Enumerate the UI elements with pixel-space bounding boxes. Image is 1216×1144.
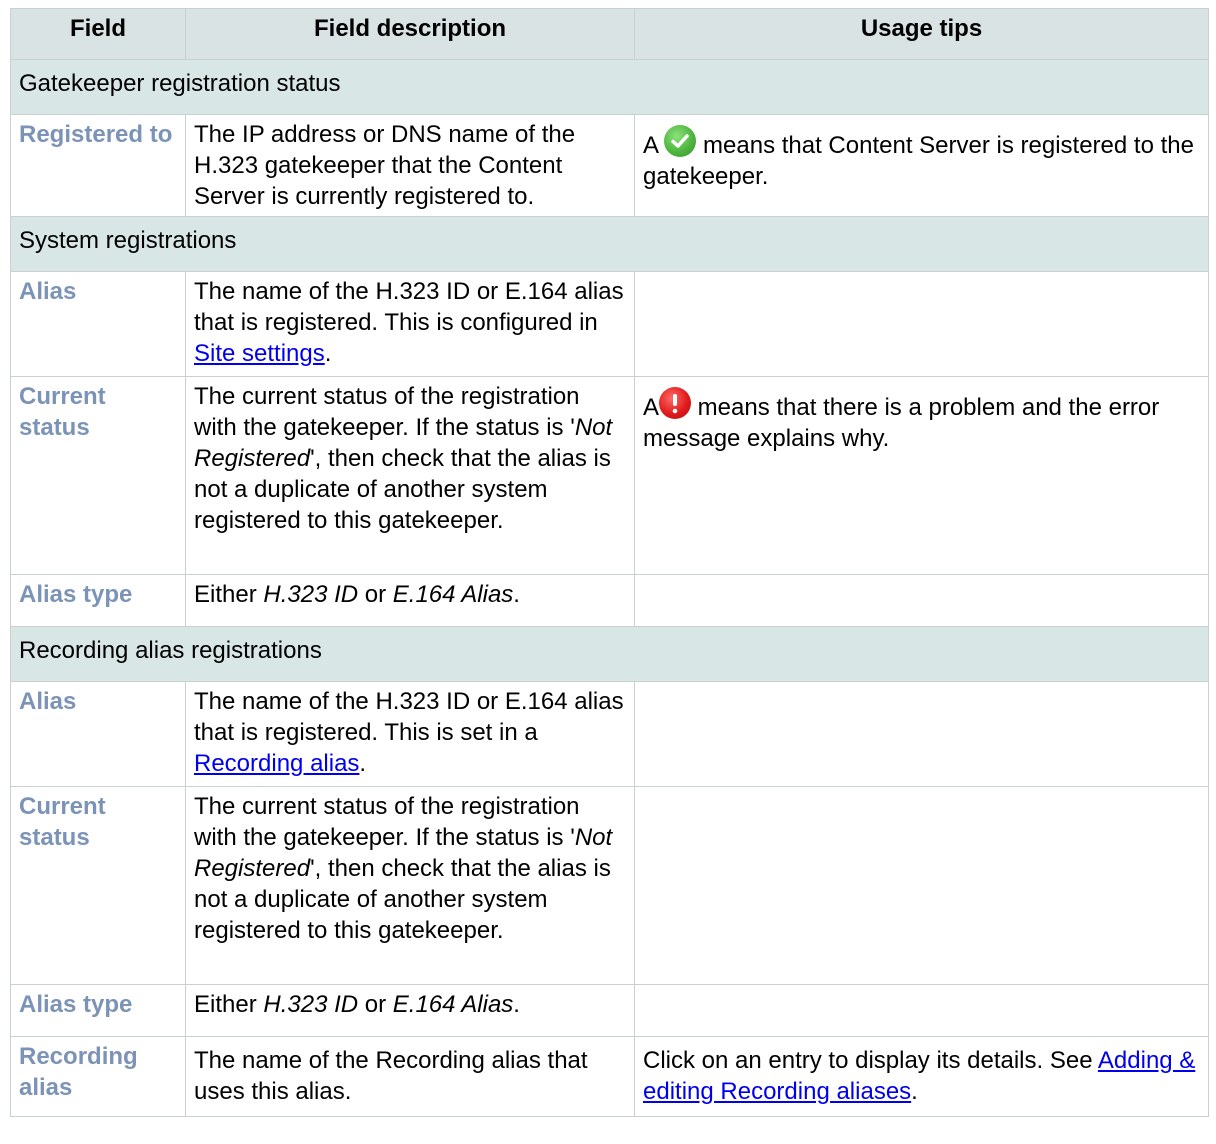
header-usage-tips: Usage tips xyxy=(634,8,1209,60)
check-circle-icon xyxy=(664,125,697,157)
field-description: The IP address or DNS name of the H.323 … xyxy=(185,114,635,217)
usage-tip xyxy=(634,984,1209,1037)
table-row: Alias The name of the H.323 ID or E.164 … xyxy=(10,271,1209,377)
table-row: Current status The current status of the… xyxy=(10,786,1209,985)
usage-tip xyxy=(634,574,1209,627)
section-recording-alias-registrations: Recording alias registrations xyxy=(10,626,1209,682)
recording-alias-link[interactable]: Recording alias xyxy=(194,750,359,777)
field-name: Alias xyxy=(10,271,186,377)
section-row: Gatekeeper registration status xyxy=(10,59,1209,115)
field-description: Either H.323 ID or E.164 Alias. xyxy=(185,574,635,627)
header-field: Field xyxy=(10,8,186,60)
usage-tip: Click on an entry to display its details… xyxy=(634,1036,1209,1117)
usage-tip xyxy=(634,786,1209,985)
field-name: Current status xyxy=(10,376,186,575)
usage-tip xyxy=(634,271,1209,377)
usage-tip xyxy=(634,681,1209,787)
header-description: Field description xyxy=(185,8,635,60)
section-row: System registrations xyxy=(10,216,1209,272)
field-reference-table: Field Field description Usage tips Gatek… xyxy=(10,8,1209,1117)
header-row: Field Field description Usage tips xyxy=(10,8,1209,60)
error-exclamation-icon xyxy=(659,387,692,419)
field-description: Either H.323 ID or E.164 Alias. xyxy=(185,984,635,1037)
usage-tip: A means that there is a problem and the … xyxy=(634,376,1209,575)
table-row: Recording alias The name of the Recordin… xyxy=(10,1036,1209,1117)
table-row: Alias type Either H.323 ID or E.164 Alia… xyxy=(10,574,1209,627)
field-name: Alias type xyxy=(10,574,186,627)
table-row: Alias type Either H.323 ID or E.164 Alia… xyxy=(10,984,1209,1037)
field-name: Current status xyxy=(10,786,186,985)
field-description: The current status of the registration w… xyxy=(185,376,635,575)
usage-tip: A means that Content Server is registere… xyxy=(634,114,1209,217)
field-description: The name of the Recording alias that use… xyxy=(185,1036,635,1117)
section-gatekeeper-registration-status: Gatekeeper registration status xyxy=(10,59,1209,115)
field-name: Alias type xyxy=(10,984,186,1037)
field-name: Registered to xyxy=(10,114,186,217)
section-row: Recording alias registrations xyxy=(10,626,1209,682)
table-row: Current status The current status of the… xyxy=(10,376,1209,575)
section-system-registrations: System registrations xyxy=(10,216,1209,272)
table-row: Alias The name of the H.323 ID or E.164 … xyxy=(10,681,1209,787)
field-name: Alias xyxy=(10,681,186,787)
field-description: The current status of the registration w… xyxy=(185,786,635,985)
site-settings-link[interactable]: Site settings xyxy=(194,340,325,367)
field-description: The name of the H.323 ID or E.164 alias … xyxy=(185,681,635,787)
table-row: Registered to The IP address or DNS name… xyxy=(10,114,1209,217)
field-description: The name of the H.323 ID or E.164 alias … xyxy=(185,271,635,377)
field-name: Recording alias xyxy=(10,1036,186,1117)
